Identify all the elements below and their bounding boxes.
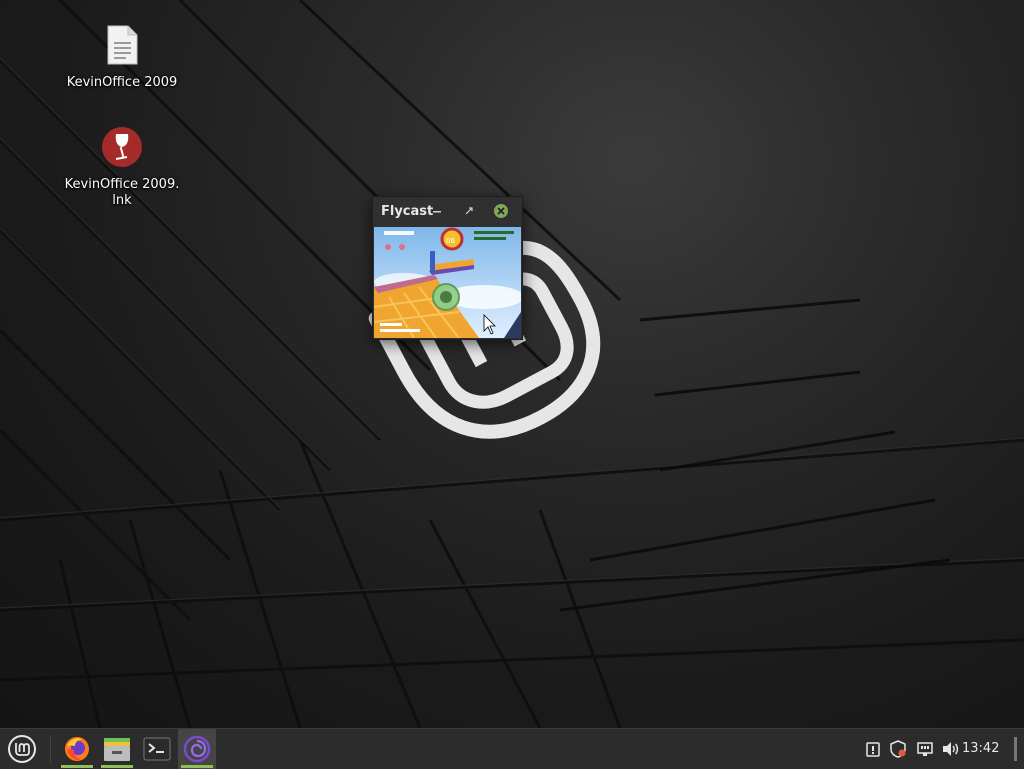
terminal-icon [143, 737, 171, 761]
game-scene: 06 [374, 227, 521, 338]
taskbar-app-firefox[interactable] [58, 729, 96, 769]
file-manager-icon [104, 738, 130, 761]
close-icon [494, 204, 508, 218]
flycast-icon [183, 735, 211, 763]
show-desktop-button[interactable] [1014, 737, 1017, 761]
close-button[interactable] [493, 203, 509, 219]
window-titlebar[interactable]: Flycast [373, 197, 522, 226]
wallpaper [0, 0, 1024, 728]
maximize-icon [465, 207, 473, 215]
maximize-button[interactable] [461, 203, 477, 219]
minimize-icon [433, 211, 441, 213]
document-icon [62, 24, 182, 71]
taskbar-app-flycast[interactable] [178, 729, 216, 769]
volume-icon [943, 742, 959, 756]
svg-text:06: 06 [446, 237, 455, 245]
network-icon [917, 742, 933, 756]
taskbar: 13:42 [0, 728, 1024, 769]
update-manager-icon [866, 742, 880, 757]
tray-network[interactable] [916, 741, 934, 757]
tray-volume[interactable] [942, 741, 960, 757]
desktop-icon-label: KevinOffice 2009. lnk [64, 177, 180, 208]
desktop-icon-label: KevinOffice 2009 [66, 75, 178, 90]
tray-update-manager[interactable] [864, 741, 882, 757]
window-title: Flycast [381, 204, 434, 219]
clock[interactable]: 13:42 [962, 729, 999, 769]
panel-separator [50, 735, 51, 763]
wine-icon [62, 126, 182, 173]
taskbar-app-terminal[interactable] [138, 729, 176, 769]
desktop-icon-kevinoffice-lnk[interactable]: KevinOffice 2009. lnk [62, 126, 182, 209]
firefox-icon [65, 737, 89, 761]
minimize-button[interactable] [429, 203, 445, 219]
game-screen[interactable]: 06 [374, 227, 521, 338]
menu-button[interactable] [0, 729, 44, 769]
flycast-window[interactable]: Flycast 06 [372, 196, 523, 340]
taskbar-app-files[interactable] [98, 729, 136, 769]
desktop-icon-kevinoffice[interactable]: KevinOffice 2009 [62, 24, 182, 91]
linux-mint-menu-icon [8, 735, 36, 763]
desktop[interactable]: KevinOffice 2009 KevinOffice 2009. lnk F… [0, 0, 1024, 728]
shield-icon [890, 740, 906, 758]
tray-shield[interactable] [889, 740, 907, 758]
